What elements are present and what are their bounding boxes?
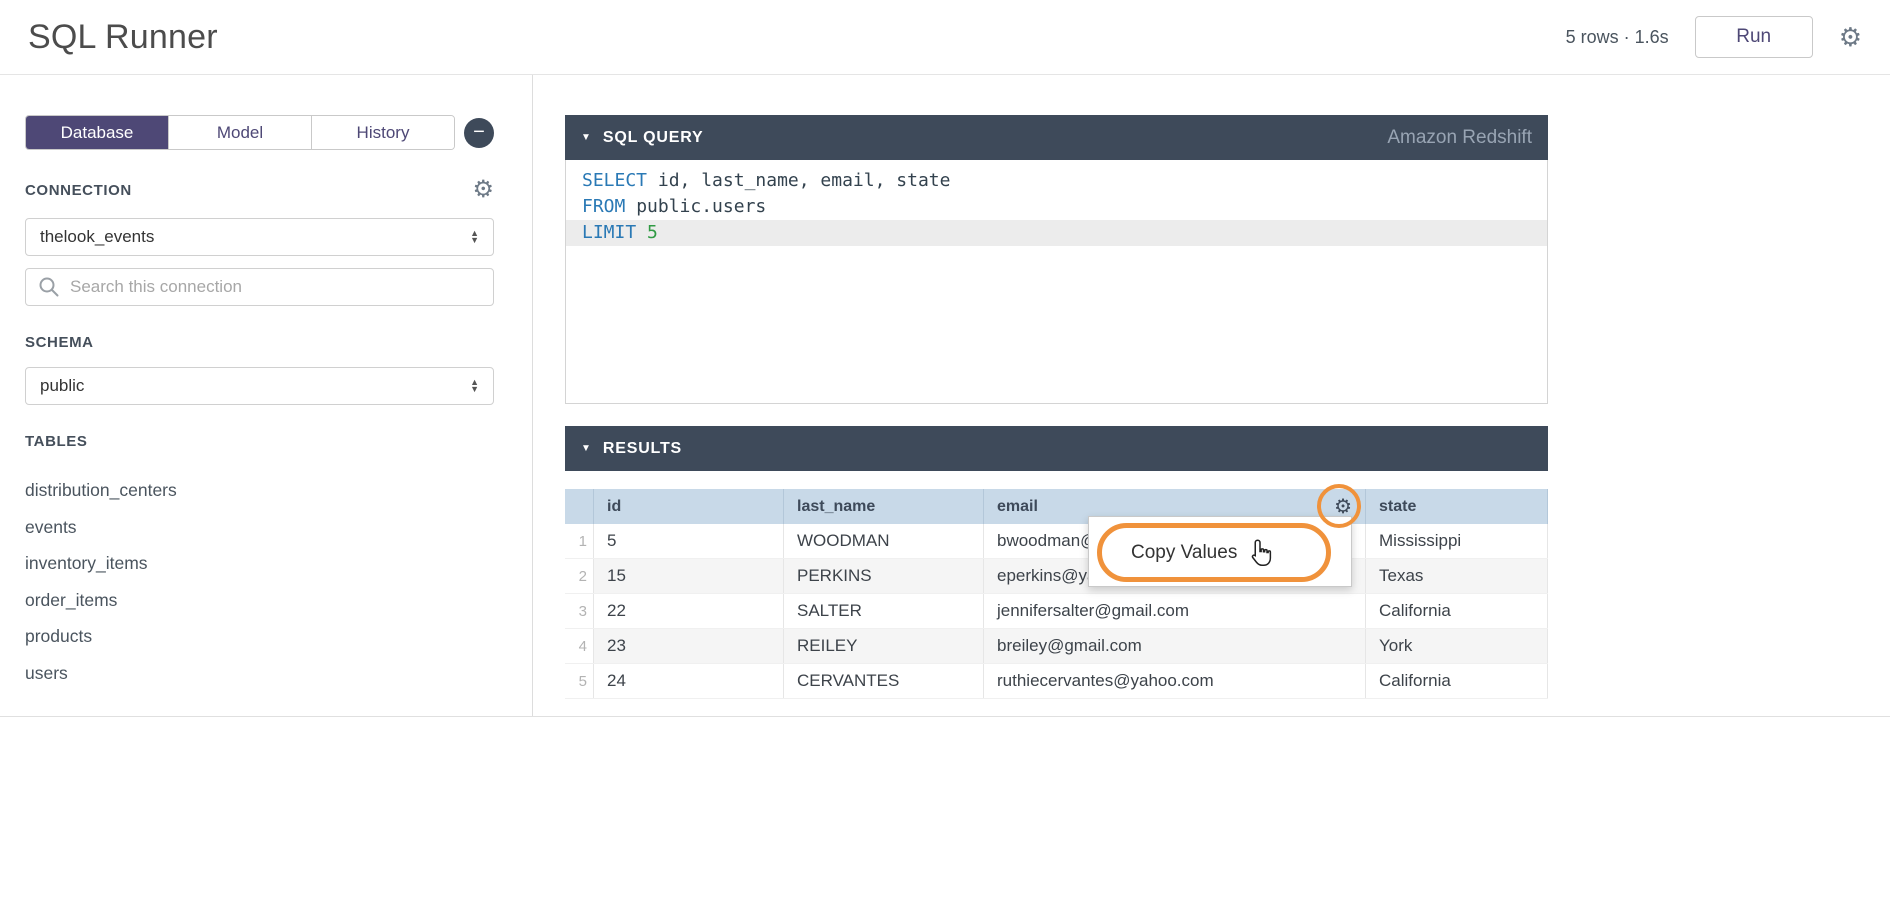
column-header-state[interactable]: state bbox=[1365, 489, 1548, 524]
main-content: ▼ SQL QUERY Amazon Redshift SELECT id, l… bbox=[565, 75, 1548, 716]
sidebar-tab-group: Database Model History bbox=[25, 115, 455, 150]
cell-id[interactable]: 22 bbox=[593, 594, 783, 628]
column-header-email-label: email bbox=[997, 498, 1038, 516]
cell-state[interactable]: Mississippi bbox=[1365, 524, 1548, 558]
table-item[interactable]: order_items bbox=[25, 582, 494, 619]
schema-heading-row: SCHEMA bbox=[25, 334, 494, 351]
table-row: 215PERKINSeperkins@yaTexas bbox=[565, 559, 1548, 594]
cell-id[interactable]: 23 bbox=[593, 629, 783, 663]
tab-database[interactable]: Database bbox=[26, 116, 168, 149]
column-gear-icon[interactable]: ⚙ bbox=[1334, 497, 1352, 517]
cell-id[interactable]: 15 bbox=[593, 559, 783, 593]
cell-email[interactable]: ruthiecervantes@yahoo.com bbox=[983, 664, 1365, 698]
tables-heading-row: TABLES bbox=[25, 433, 494, 450]
run-button[interactable]: Run bbox=[1695, 16, 1813, 58]
sql-code[interactable]: SELECT id, last_name, email, stateFROM p… bbox=[565, 160, 1548, 404]
code-line: SELECT id, last_name, email, state bbox=[566, 168, 1547, 194]
cell-last-name[interactable]: PERKINS bbox=[783, 559, 983, 593]
table-row: 15WOODMANbwoodman@Mississippi bbox=[565, 524, 1548, 559]
results-table: id last_name email ⚙ state 15WOODMANbwoo… bbox=[565, 489, 1548, 699]
minus-icon: − bbox=[473, 121, 485, 144]
sidebar: Database Model History − CONNECTION ⚙ th… bbox=[0, 75, 533, 716]
table-item[interactable]: inventory_items bbox=[25, 545, 494, 582]
cell-state[interactable]: California bbox=[1365, 664, 1548, 698]
results-body: 15WOODMANbwoodman@Mississippi215PERKINSe… bbox=[565, 524, 1548, 699]
sidebar-tabs-row: Database Model History − bbox=[25, 115, 494, 150]
collapse-results-icon[interactable]: ▼ bbox=[581, 444, 591, 454]
code-line: LIMIT 5 bbox=[566, 220, 1547, 246]
cell-id[interactable]: 5 bbox=[593, 524, 783, 558]
connection-select[interactable]: thelook_events ▲▼ bbox=[25, 218, 494, 256]
row-number-cell[interactable]: 1 bbox=[565, 524, 593, 558]
table-item[interactable]: events bbox=[25, 509, 494, 546]
cell-email[interactable]: breiley@gmail.com bbox=[983, 629, 1365, 663]
collapse-sidebar-button[interactable]: − bbox=[464, 118, 494, 148]
results-header-row: id last_name email ⚙ state bbox=[565, 489, 1548, 524]
hand-cursor-icon bbox=[1249, 539, 1275, 569]
row-number-cell[interactable]: 4 bbox=[565, 629, 593, 663]
tab-model[interactable]: Model bbox=[168, 116, 311, 149]
schema-select-value: public bbox=[40, 376, 84, 396]
cell-email[interactable]: jennifersalter@gmail.com bbox=[983, 594, 1365, 628]
topbar-right: 5 rows · 1.6s Run ⚙ bbox=[1566, 16, 1862, 58]
table-item[interactable]: products bbox=[25, 618, 494, 655]
column-header-last-name[interactable]: last_name bbox=[783, 489, 983, 524]
updown-arrows-icon: ▲▼ bbox=[470, 379, 479, 393]
connection-heading-row: CONNECTION ⚙ bbox=[25, 178, 494, 202]
search-input[interactable] bbox=[70, 277, 481, 297]
results-title: RESULTS bbox=[603, 440, 682, 458]
results-panel: ▼ RESULTS id last_name email ⚙ state 15W… bbox=[565, 426, 1548, 699]
tables-heading: TABLES bbox=[25, 433, 88, 450]
sql-query-panel: ▼ SQL QUERY Amazon Redshift SELECT id, l… bbox=[565, 115, 1548, 404]
dialect-label: Amazon Redshift bbox=[1387, 127, 1532, 149]
row-number-cell[interactable]: 2 bbox=[565, 559, 593, 593]
schema-select[interactable]: public ▲▼ bbox=[25, 367, 494, 405]
tab-history[interactable]: History bbox=[311, 116, 454, 149]
query-status: 5 rows · 1.6s bbox=[1566, 27, 1669, 48]
table-item[interactable]: distribution_centers bbox=[25, 472, 494, 509]
table-item[interactable]: users bbox=[25, 655, 494, 692]
updown-arrows-icon: ▲▼ bbox=[470, 230, 479, 244]
sql-query-title: SQL QUERY bbox=[603, 129, 704, 147]
page-title: SQL Runner bbox=[28, 18, 218, 57]
connection-search bbox=[25, 268, 494, 306]
column-header-id[interactable]: id bbox=[593, 489, 783, 524]
connection-select-value: thelook_events bbox=[40, 227, 154, 247]
cell-state[interactable]: York bbox=[1365, 629, 1548, 663]
row-number-cell[interactable]: 3 bbox=[565, 594, 593, 628]
cell-state[interactable]: California bbox=[1365, 594, 1548, 628]
top-bar: SQL Runner 5 rows · 1.6s Run ⚙ bbox=[0, 0, 1890, 75]
column-context-menu: Copy Values bbox=[1088, 516, 1352, 587]
cell-state[interactable]: Texas bbox=[1365, 559, 1548, 593]
search-icon bbox=[38, 276, 60, 298]
connection-gear-icon[interactable]: ⚙ bbox=[472, 178, 494, 202]
row-number-cell[interactable]: 5 bbox=[565, 664, 593, 698]
settings-gear-icon[interactable]: ⚙ bbox=[1839, 24, 1862, 50]
code-line: FROM public.users bbox=[566, 194, 1547, 220]
table-row: 423REILEYbreiley@gmail.comYork bbox=[565, 629, 1548, 664]
tables-list: distribution_centerseventsinventory_item… bbox=[25, 472, 494, 691]
connection-heading: CONNECTION bbox=[25, 182, 132, 199]
cell-last-name[interactable]: WOODMAN bbox=[783, 524, 983, 558]
table-row: 524CERVANTESruthiecervantes@yahoo.comCal… bbox=[565, 664, 1548, 699]
cell-last-name[interactable]: CERVANTES bbox=[783, 664, 983, 698]
results-panel-header: ▼ RESULTS bbox=[565, 426, 1548, 471]
cell-id[interactable]: 24 bbox=[593, 664, 783, 698]
sql-query-panel-header: ▼ SQL QUERY Amazon Redshift bbox=[565, 115, 1548, 160]
app-body: Database Model History − CONNECTION ⚙ th… bbox=[0, 75, 1890, 717]
cell-last-name[interactable]: REILEY bbox=[783, 629, 983, 663]
copy-values-menu-item[interactable]: Copy Values bbox=[1131, 517, 1237, 588]
cell-last-name[interactable]: SALTER bbox=[783, 594, 983, 628]
collapse-query-icon[interactable]: ▼ bbox=[581, 133, 591, 143]
row-number-header bbox=[565, 489, 593, 524]
table-row: 322SALTERjennifersalter@gmail.comCalifor… bbox=[565, 594, 1548, 629]
schema-heading: SCHEMA bbox=[25, 334, 94, 351]
